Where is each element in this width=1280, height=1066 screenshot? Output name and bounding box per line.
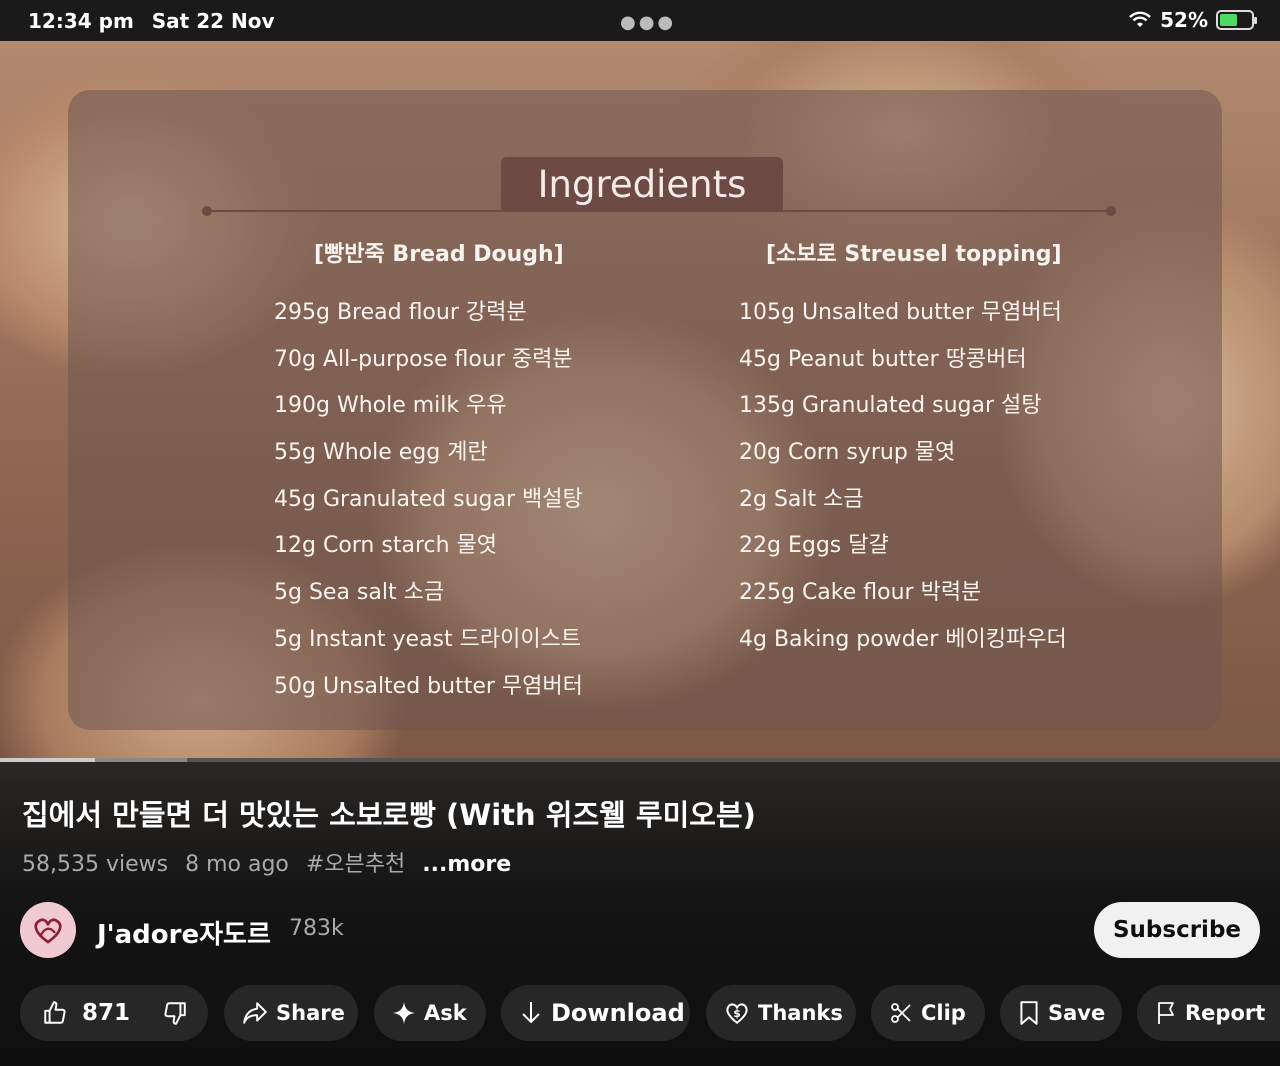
action-bar: 871 Share Ask Download $ Thanks Clip Sav…	[20, 985, 1280, 1041]
thumbs-down-icon[interactable]	[162, 1000, 188, 1026]
battery-icon	[1216, 10, 1257, 30]
flag-icon	[1158, 1002, 1174, 1024]
ingredients-panel: Ingredients [빵반죽 Bread Dough] 295g Bread…	[68, 90, 1222, 730]
ingredients-title: Ingredients	[501, 157, 783, 211]
share-label: Share	[276, 1001, 345, 1025]
ingredient-item: 225g Cake flour 박력분	[739, 580, 982, 606]
svg-text:$: $	[733, 1007, 741, 1020]
clip-button[interactable]: Clip	[871, 985, 985, 1041]
ingredient-item: 135g Granulated sugar 설탕	[739, 393, 1042, 419]
status-time: 12:34 pm	[28, 8, 134, 33]
status-bar: 12:34 pm Sat 22 Nov ●●● 52%	[0, 0, 1280, 41]
ingredient-item: 45g Granulated sugar 백설탕	[274, 486, 583, 512]
ingredient-item: 20g Corn syrup 물엿	[739, 440, 956, 466]
ingredient-item: 2g Salt 소금	[739, 486, 864, 512]
subscriber-count: 783k	[289, 916, 344, 941]
thanks-label: Thanks	[758, 1001, 843, 1025]
bread-dough-column: [빵반죽 Bread Dough] 295g Bread flour 강력분 7…	[274, 236, 583, 710]
thanks-button[interactable]: $ Thanks	[706, 985, 856, 1041]
report-label: Report	[1185, 1001, 1266, 1025]
heart-logo-icon	[34, 918, 62, 944]
download-icon	[522, 1002, 540, 1024]
ask-button[interactable]: Ask	[374, 985, 486, 1041]
channel-row: J'adore자도르 783k Subscribe	[20, 902, 1260, 958]
ingredient-item: 70g All-purpose flour 중력분	[274, 346, 573, 372]
ask-label: Ask	[424, 1001, 467, 1025]
channel-avatar[interactable]	[20, 902, 76, 958]
share-button[interactable]: Share	[224, 985, 358, 1041]
divider	[202, 206, 1116, 216]
wifi-icon	[1129, 11, 1151, 27]
report-button[interactable]: Report	[1137, 985, 1280, 1041]
share-icon	[243, 1002, 267, 1024]
ingredient-item: 295g Bread flour 강력분	[274, 300, 527, 325]
ingredient-item: 12g Corn starch 물엿	[274, 533, 498, 559]
thumbs-up-icon[interactable]	[42, 1000, 68, 1026]
download-button[interactable]: Download	[501, 985, 690, 1041]
scissors-icon	[891, 1003, 911, 1023]
more-link[interactable]: ...more	[422, 852, 511, 877]
video-player[interactable]: Ingredients [빵반죽 Bread Dough] 295g Bread…	[0, 41, 1280, 760]
thanks-heart-dollar-icon: $	[726, 1003, 748, 1024]
ingredient-item: 5g Instant yeast 드라이이스트	[274, 626, 582, 652]
upload-age: 8 mo ago	[185, 852, 289, 877]
ingredient-item: 55g Whole egg 계란	[274, 440, 488, 466]
streusel-column: [소보로 Streusel topping] 105g Unsalted but…	[739, 236, 1067, 664]
ingredient-item: 22g Eggs 달걀	[739, 533, 889, 559]
ingredient-item: 4g Baking powder 베이킹파우더	[739, 626, 1067, 652]
like-dislike-group: 871	[20, 985, 208, 1041]
ingredient-item: 190g Whole milk 우유	[274, 393, 507, 419]
ingredient-item: 50g Unsalted butter 무염버터	[274, 673, 583, 699]
streusel-heading: [소보로 Streusel topping]	[766, 242, 1062, 267]
multitasking-dots-icon[interactable]: ●●●	[620, 12, 676, 33]
hashtag-link[interactable]: #오븐추천	[306, 852, 405, 877]
ingredient-item: 45g Peanut butter 땅콩버터	[739, 346, 1027, 372]
ingredient-item: 5g Sea salt 소금	[274, 580, 445, 606]
bread-dough-heading: [빵반죽 Bread Dough]	[314, 242, 564, 267]
view-count: 58,535 views	[22, 852, 169, 877]
sparkle-icon	[393, 1002, 415, 1024]
clip-label: Clip	[921, 1001, 966, 1025]
save-label: Save	[1048, 1001, 1106, 1025]
download-label: Download	[551, 999, 685, 1027]
save-button[interactable]: Save	[1000, 985, 1122, 1041]
ingredient-item: 105g Unsalted butter 무염버터	[739, 300, 1062, 325]
video-info: 집에서 만들면 더 맛있는 소보로빵 (With 위즈웰 루미오븐) 58,53…	[0, 762, 1280, 1066]
video-meta[interactable]: 58,535 views 8 mo ago #오븐추천 ...more	[22, 846, 521, 878]
video-title[interactable]: 집에서 만들면 더 맛있는 소보로빵 (With 위즈웰 루미오븐)	[22, 792, 756, 834]
subscribe-button[interactable]: Subscribe	[1094, 902, 1260, 958]
like-count[interactable]: 871	[82, 1000, 130, 1026]
channel-name[interactable]: J'adore자도르	[97, 914, 271, 951]
battery-percent: 52%	[1160, 8, 1208, 32]
status-date: Sat 22 Nov	[151, 8, 275, 33]
bookmark-icon	[1020, 1001, 1038, 1025]
